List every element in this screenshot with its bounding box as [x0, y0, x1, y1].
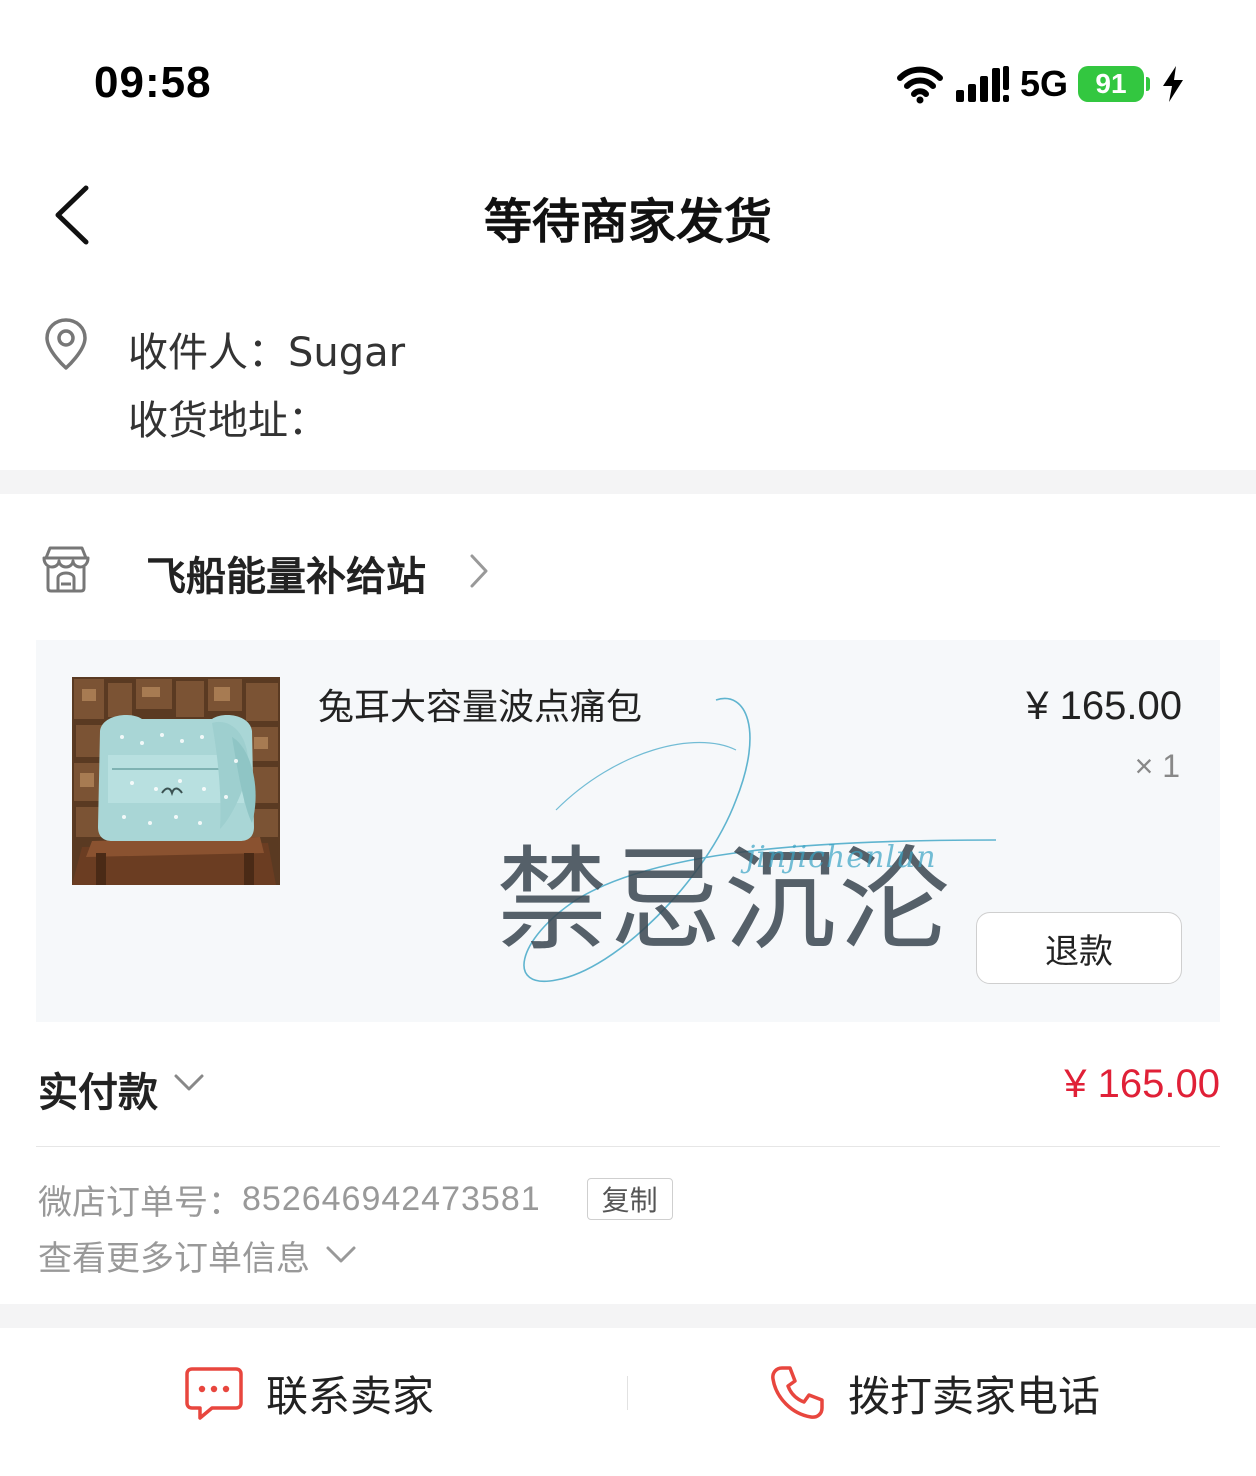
nav-bar: 等待商家发货 [0, 160, 1256, 270]
contact-seller-label: 联系卖家 [266, 1371, 435, 1421]
network-label: 5G [1019, 63, 1068, 104]
battery-level: 91 [1078, 66, 1144, 102]
address-section[interactable]: 收件人：Sugar 收货地址： [0, 300, 1256, 470]
divider [36, 1146, 1220, 1147]
order-number-label: 微店订单号： [38, 1182, 242, 1223]
chat-icon [185, 1367, 243, 1420]
bottom-separator [627, 1376, 628, 1410]
battery-indicator: 91 [1078, 66, 1150, 102]
order-number-row: 微店订单号： 852646942473581 复制 [38, 1176, 673, 1223]
watermark-text: 禁忌沉沦 [496, 836, 952, 966]
status-indicators: 5G 91 [896, 60, 1186, 108]
recipient-line: 收件人：Sugar [128, 320, 405, 378]
watermark-script: jinjichenlun [746, 840, 937, 875]
product-image[interactable] [72, 677, 280, 885]
copy-button[interactable]: 复制 [586, 1178, 673, 1220]
status-bar: 09:58 5G 91 [0, 0, 1256, 160]
refund-button[interactable]: 退款 [976, 912, 1182, 984]
page-title: 等待商家发货 [483, 194, 772, 250]
status-time: 09:58 [94, 58, 212, 107]
shop-name: 飞船能量补给站 [146, 554, 426, 600]
call-seller-label: 拨打卖家电话 [848, 1371, 1101, 1421]
payment-row: 实付款 ¥ 165.00 [0, 1052, 1256, 1122]
location-pin-icon [45, 318, 87, 370]
shop-row[interactable]: 飞船能量补给站 [0, 530, 1256, 610]
product-title: 兔耳大容量波点痛包 [318, 687, 643, 728]
paid-amount-label[interactable]: 实付款 [38, 1060, 158, 1118]
store-icon [42, 546, 90, 593]
wifi-icon [896, 66, 943, 104]
battery-tip [1146, 77, 1150, 91]
product-quantity: × 1 [1134, 748, 1180, 784]
phone-icon [771, 1366, 824, 1419]
signal-icon [955, 66, 1009, 102]
product-card[interactable]: 兔耳大容量波点痛包 ¥ 165.00 × 1 禁忌沉沦 jinjichenlun… [36, 640, 1220, 1022]
chevron-right-icon [470, 554, 488, 588]
recipient-name: Sugar [288, 330, 406, 376]
section-divider [0, 1304, 1256, 1328]
contact-seller-button[interactable]: 联系卖家 [184, 1328, 434, 1458]
order-number: 852646942473581 [242, 1179, 541, 1218]
chevron-down-icon[interactable] [172, 1072, 206, 1094]
product-price: ¥ 165.00 [1026, 684, 1182, 728]
watermark-flourish [523, 697, 997, 983]
more-order-info[interactable]: 查看更多订单信息 [38, 1232, 358, 1279]
section-divider [0, 470, 1256, 494]
watermark: 禁忌沉沦 jinjichenlun [496, 690, 1016, 990]
chevron-down-icon [326, 1246, 356, 1263]
more-order-info-label: 查看更多订单信息 [38, 1238, 310, 1279]
recipient-label: 收件人： [128, 330, 288, 376]
bag-photo [72, 677, 280, 885]
bottom-action-bar: 联系卖家 拨打卖家电话 [0, 1328, 1256, 1458]
charging-bolt-icon [1163, 66, 1183, 102]
call-seller-button[interactable]: 拨打卖家电话 [768, 1328, 1100, 1458]
paid-amount: ¥ 165.00 [1064, 1062, 1220, 1106]
shipping-address-label: 收货地址： [128, 398, 328, 444]
